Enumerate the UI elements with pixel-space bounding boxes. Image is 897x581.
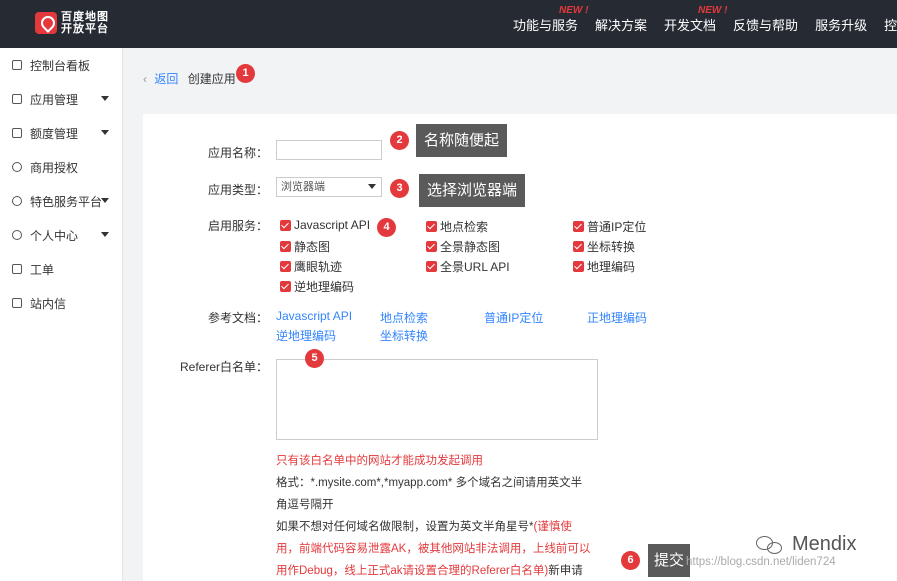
service-checkbox[interactable]: 逆地理编码 xyxy=(280,278,354,295)
service-checkbox[interactable]: 全景URL API xyxy=(426,258,510,275)
format-hint: 角逗号隔开 xyxy=(276,496,334,512)
checkbox-checked-icon xyxy=(573,221,584,232)
page-title: 创建应用 xyxy=(188,72,236,86)
breadcrumb: ‹ 返回 创建应用 xyxy=(143,70,236,87)
chevron-down-icon xyxy=(368,184,376,189)
mail-icon xyxy=(12,298,22,308)
checkbox-checked-icon xyxy=(573,261,584,272)
checkbox-checked-icon xyxy=(280,261,291,272)
service-checkbox[interactable]: 普通IP定位 xyxy=(573,218,646,235)
service-checkbox[interactable]: 全景静态图 xyxy=(426,238,500,255)
back-link[interactable]: 返回 xyxy=(154,72,178,86)
sidebar-item-featured[interactable]: 特色服务平台 xyxy=(0,184,123,218)
logo-pin-icon xyxy=(35,12,57,34)
doc-link[interactable]: 正地理编码 xyxy=(587,309,647,326)
whitelist-hint: 只有该白名单中的网站才能成功发起调用 xyxy=(276,452,483,468)
checkbox-checked-icon xyxy=(280,281,291,292)
doc-link[interactable]: 普通IP定位 xyxy=(484,309,543,326)
wildcard-hint: 如果不想对任何域名做限制，设置为英文半角星号*(谨慎使 xyxy=(276,518,572,534)
sliders-icon xyxy=(12,128,22,138)
checkbox-checked-icon xyxy=(426,261,437,272)
sidebar-item-dashboard[interactable]: 控制台看板 xyxy=(0,48,123,82)
logo-text: 百度地图 开放平台 xyxy=(61,11,109,35)
watermark-brand: Mendix xyxy=(756,533,856,556)
annotation-tip: 提交 xyxy=(648,544,690,577)
sidebar-item-quota[interactable]: 额度管理 xyxy=(0,116,123,150)
shield-icon xyxy=(12,162,22,172)
service-checkbox[interactable]: 静态图 xyxy=(280,238,330,255)
service-checkbox[interactable]: 地理编码 xyxy=(573,258,635,275)
clipboard-icon xyxy=(12,264,22,274)
annotation-tip: 选择浏览器端 xyxy=(419,174,525,207)
step-badge: 4 xyxy=(377,218,396,237)
baidu-map-logo[interactable]: 百度地图 开放平台 xyxy=(35,11,109,35)
sidebar-item-personal[interactable]: 个人中心 xyxy=(0,218,123,252)
doc-link[interactable]: 地点检索 xyxy=(380,309,428,326)
security-warning: 用，前端代码容易泄露AK，被其他网站非法调用，上线前可以 xyxy=(276,540,590,556)
security-warning: 用作Debug，线上正式ak请设置合理的Referer白名单)新申请 xyxy=(276,562,583,578)
app-type-select[interactable]: 浏览器端 xyxy=(276,177,382,197)
wechat-icon xyxy=(756,534,786,556)
step-badge: 5 xyxy=(305,349,324,368)
checkbox-checked-icon xyxy=(280,241,291,252)
grid-icon xyxy=(12,94,22,104)
doc-link[interactable]: Javascript API xyxy=(276,309,352,323)
main-nav: 功能与服务 NEW ! 解决方案 开发文档 NEW ! 反馈与帮助 服务升级 控… xyxy=(513,0,897,48)
step-badge: 6 xyxy=(621,551,640,570)
referer-label: Referer白名单： xyxy=(138,358,268,375)
user-icon xyxy=(12,230,22,240)
sidebar-item-app-management[interactable]: 应用管理 xyxy=(0,82,123,116)
doc-link[interactable]: 坐标转换 xyxy=(380,327,428,344)
service-checkbox[interactable]: 坐标转换 xyxy=(573,238,635,255)
nav-docs[interactable]: 开发文档 NEW ! xyxy=(664,15,716,34)
checkbox-checked-icon xyxy=(426,241,437,252)
checkbox-checked-icon xyxy=(573,241,584,252)
caret-down-icon xyxy=(101,130,109,135)
top-nav-bar: 百度地图 开放平台 功能与服务 NEW ! 解决方案 开发文档 NEW ! 反馈… xyxy=(0,0,897,48)
caret-down-icon xyxy=(101,198,109,203)
service-checkbox[interactable]: 鹰眼轨迹 xyxy=(280,258,342,275)
checkbox-checked-icon xyxy=(280,220,291,231)
caret-down-icon xyxy=(101,96,109,101)
sidebar-item-tickets[interactable]: 工单 xyxy=(0,252,123,286)
app-type-label: 应用类型： xyxy=(138,181,268,198)
new-badge: NEW ! xyxy=(698,5,727,16)
watermark-url: https://blog.csdn.net/liden724 xyxy=(686,556,836,568)
nav-console[interactable]: 控制台 xyxy=(884,15,897,34)
annotation-tip: 名称随便起 xyxy=(416,124,507,157)
new-badge: NEW ! xyxy=(559,5,588,16)
app-name-input[interactable] xyxy=(276,140,382,160)
format-hint: 格式：*.mysite.com*,*myapp.com* 多个域名之间请用英文半 xyxy=(276,474,582,490)
service-checkbox[interactable]: Javascript API xyxy=(280,218,370,232)
caret-down-icon xyxy=(101,232,109,237)
sidebar-item-messages[interactable]: 站内信 xyxy=(0,286,123,320)
step-badge: 2 xyxy=(390,131,409,150)
sidebar: 控制台看板 应用管理 额度管理 商用授权 特色服务平台 个人中心 工单 站内信 xyxy=(0,48,123,581)
chevron-left-icon: ‹ xyxy=(143,72,147,86)
step-badge: 3 xyxy=(390,179,409,198)
sidebar-item-license[interactable]: 商用授权 xyxy=(0,150,123,184)
nav-solutions[interactable]: 解决方案 xyxy=(595,15,647,34)
service-checkbox[interactable]: 地点检索 xyxy=(426,218,488,235)
app-name-label: 应用名称： xyxy=(138,144,268,161)
nav-features[interactable]: 功能与服务 NEW ! xyxy=(513,15,578,34)
doc-link[interactable]: 逆地理编码 xyxy=(276,327,336,344)
services-label: 启用服务： xyxy=(138,217,268,234)
nav-feedback[interactable]: 反馈与帮助 xyxy=(733,15,798,34)
heart-icon xyxy=(12,196,22,206)
dashboard-icon xyxy=(12,60,22,70)
nav-upgrade[interactable]: 服务升级 xyxy=(815,15,867,34)
referer-textarea[interactable] xyxy=(276,359,598,440)
checkbox-checked-icon xyxy=(426,221,437,232)
docs-label: 参考文档： xyxy=(138,309,268,326)
step-badge: 1 xyxy=(236,64,255,83)
